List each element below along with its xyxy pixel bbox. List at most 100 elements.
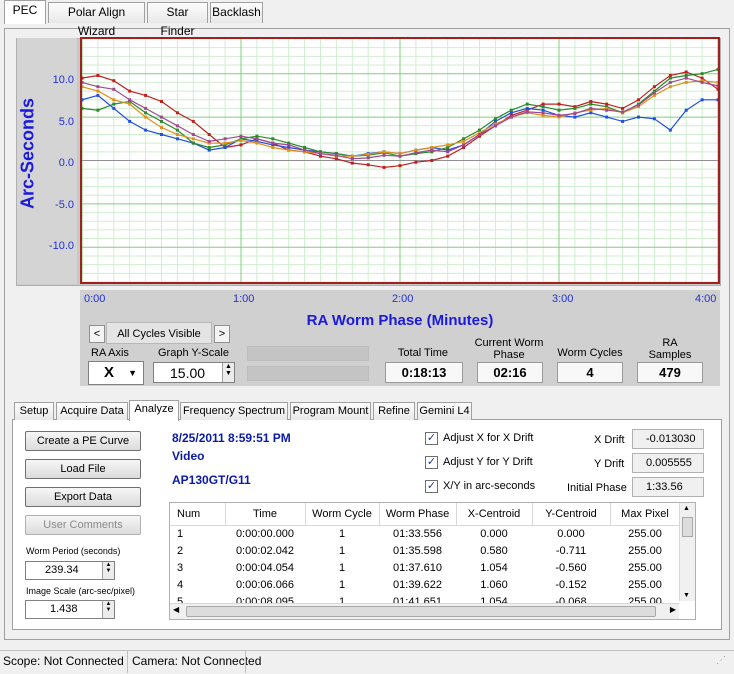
tab-frequency-spectrum[interactable]: Frequency Spectrum	[180, 402, 288, 420]
adjust-y-checkbox[interactable]: ✓	[425, 456, 438, 469]
data-point	[589, 111, 593, 115]
data-point	[414, 148, 418, 152]
tab-gemini-l4[interactable]: Gemini L4	[417, 402, 472, 420]
y-tick-label: -5.0	[55, 199, 74, 211]
table-cell: 0:00:06.066	[235, 578, 295, 591]
table-cell: 255.00	[628, 544, 662, 557]
tab-refine[interactable]: Refine	[373, 402, 415, 420]
adjust-x-checkbox[interactable]: ✓	[425, 432, 438, 445]
data-point	[605, 115, 609, 119]
data-point	[366, 156, 370, 160]
table-cell: 255.00	[628, 561, 662, 574]
image-scale-stepper[interactable]: 1.438 ▲ ▼	[25, 600, 115, 619]
data-point	[700, 80, 704, 84]
scroll-left-icon[interactable]: ◀	[173, 605, 179, 614]
data-point	[478, 128, 481, 132]
table-row[interactable]: 1 0:00:00.000 1 01:33.556 0.000 0.000 25…	[170, 525, 680, 542]
horizontal-scrollbar[interactable]: ◀ ▶	[170, 603, 679, 619]
scrollbar-thumb[interactable]	[186, 606, 656, 617]
table-cell: 1	[338, 544, 346, 557]
data-point	[716, 80, 720, 84]
data-point	[493, 117, 497, 121]
table-row[interactable]: 2 0:00:02.042 1 01:35.598 0.580 -0.711 2…	[170, 542, 680, 559]
scroll-down-icon[interactable]: ▼	[683, 592, 690, 599]
data-point	[366, 163, 370, 167]
table-row[interactable]: 3 0:00:04.054 1 01:37.610 1.054 -0.560 2…	[170, 559, 680, 576]
y-tick-label: 10.0	[52, 74, 74, 86]
load-file-button[interactable]: Load File	[25, 459, 141, 479]
data-point	[462, 139, 466, 143]
data-point	[652, 117, 656, 121]
scrollbar-thumb[interactable]	[682, 517, 693, 537]
stepper-arrows-icon[interactable]: ▲ ▼	[102, 601, 114, 618]
graph-y-scale-stepper[interactable]: 15.00 ▲ ▼	[153, 362, 235, 383]
y-drift-value: 0.005555	[632, 453, 704, 473]
table-row[interactable]: 4 0:00:06.066 1 01:39.622 1.060 -0.152 2…	[170, 576, 680, 593]
data-point	[175, 124, 179, 128]
initial-phase-label: Initial Phase	[567, 482, 627, 494]
x-tick-label: 0:00	[84, 293, 106, 305]
data-point	[350, 161, 354, 165]
arcsec-checkbox[interactable]: ✓	[425, 480, 438, 493]
data-point	[589, 106, 593, 110]
table-cell: 2	[177, 544, 184, 557]
column-header[interactable]: Max Pixel	[610, 503, 681, 526]
x-tick-label: 3:00	[552, 293, 574, 305]
next-cycle-button[interactable]: >	[214, 325, 230, 343]
column-header[interactable]: Worm Cycle	[305, 503, 380, 526]
data-point	[605, 102, 609, 106]
tab-program-mount[interactable]: Program Mount	[290, 402, 371, 420]
data-point	[637, 115, 640, 119]
data-point	[557, 102, 561, 106]
table-cell: 0:00:04.054	[235, 561, 295, 574]
column-header[interactable]: Time	[225, 503, 306, 526]
data-point	[541, 108, 545, 112]
tab-analyze[interactable]: Analyze	[129, 400, 179, 421]
y-tick-label: 5.0	[58, 116, 74, 128]
create-pe-curve-button[interactable]: Create a PE Curve	[25, 431, 141, 451]
data-point	[303, 148, 307, 152]
tab-polar-align-wizard[interactable]: Polar Align Wizard	[48, 2, 145, 38]
data-point	[350, 154, 354, 158]
data-point	[239, 143, 243, 147]
data-point	[430, 148, 434, 152]
data-point	[160, 126, 163, 129]
scroll-right-icon[interactable]: ▶	[670, 605, 676, 614]
data-point	[398, 152, 402, 156]
worm-period-stepper[interactable]: 239.34 ▲ ▼	[25, 561, 115, 580]
vertical-scrollbar[interactable]: ▲ ▼	[679, 503, 695, 601]
user-comments-button[interactable]: User Comments	[25, 515, 141, 535]
chevron-down-icon: ▼	[128, 368, 137, 378]
table-cell: 0.000	[557, 527, 585, 540]
data-point	[398, 164, 402, 168]
data-point	[509, 108, 513, 112]
table-cell: 01:39.622	[393, 578, 442, 591]
ra-samples-value: 479	[637, 362, 703, 383]
stepper-arrows-icon[interactable]: ▲ ▼	[102, 562, 114, 579]
tab-pec[interactable]: PEC	[4, 0, 46, 24]
stepper-arrows-icon[interactable]: ▲ ▼	[222, 363, 234, 382]
status-divider	[127, 651, 128, 673]
scroll-up-icon[interactable]: ▲	[683, 505, 690, 512]
data-point	[716, 67, 720, 71]
tab-setup[interactable]: Setup	[14, 402, 54, 420]
data-point	[668, 74, 672, 77]
worm-period-label: Worm Period (seconds)	[26, 546, 121, 556]
tab-backlash[interactable]: Backlash	[210, 2, 263, 23]
data-point	[319, 152, 322, 156]
data-point	[112, 102, 116, 106]
column-header[interactable]: Y-Centroid	[532, 503, 611, 526]
ra-axis-select[interactable]: X ▼	[88, 361, 144, 385]
tab-star-finder[interactable]: Star Finder	[147, 2, 208, 38]
resize-grip-icon[interactable]: ⋰	[716, 655, 726, 666]
column-header[interactable]: X-Centroid	[456, 503, 533, 526]
column-header[interactable]: Worm Phase	[379, 503, 457, 526]
column-header[interactable]: Num	[170, 503, 226, 526]
export-data-button[interactable]: Export Data	[25, 487, 141, 507]
data-point	[96, 108, 100, 112]
prev-cycle-button[interactable]: <	[89, 325, 105, 343]
data-point	[80, 76, 84, 80]
table-cell: 1	[338, 561, 346, 574]
tab-acquire-data[interactable]: Acquire Data	[56, 402, 128, 420]
data-point	[366, 152, 370, 156]
